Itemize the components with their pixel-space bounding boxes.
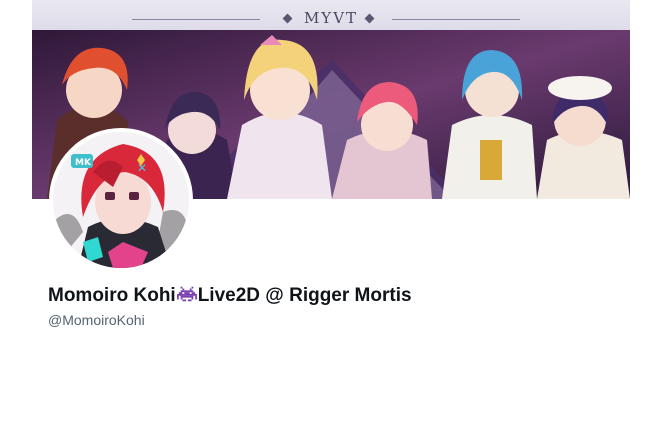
banner-title: MYVT: [303, 9, 359, 27]
display-name-part-1: Momoiro Kohi: [48, 285, 176, 306]
banner-divider-right: [392, 19, 520, 20]
svg-text:MK: MK: [75, 158, 92, 168]
user-handle: @MomoiroKohi: [48, 312, 145, 328]
display-name-part-2: Live2D @ Rigger Mortis: [197, 285, 412, 306]
profile-avatar[interactable]: ✕ MK: [49, 128, 193, 272]
space-invader-icon: [176, 284, 197, 310]
display-name: Momoiro Kohi Live2D @ Rigger Mortis: [48, 284, 412, 310]
avatar-image: ✕ MK: [53, 132, 189, 268]
